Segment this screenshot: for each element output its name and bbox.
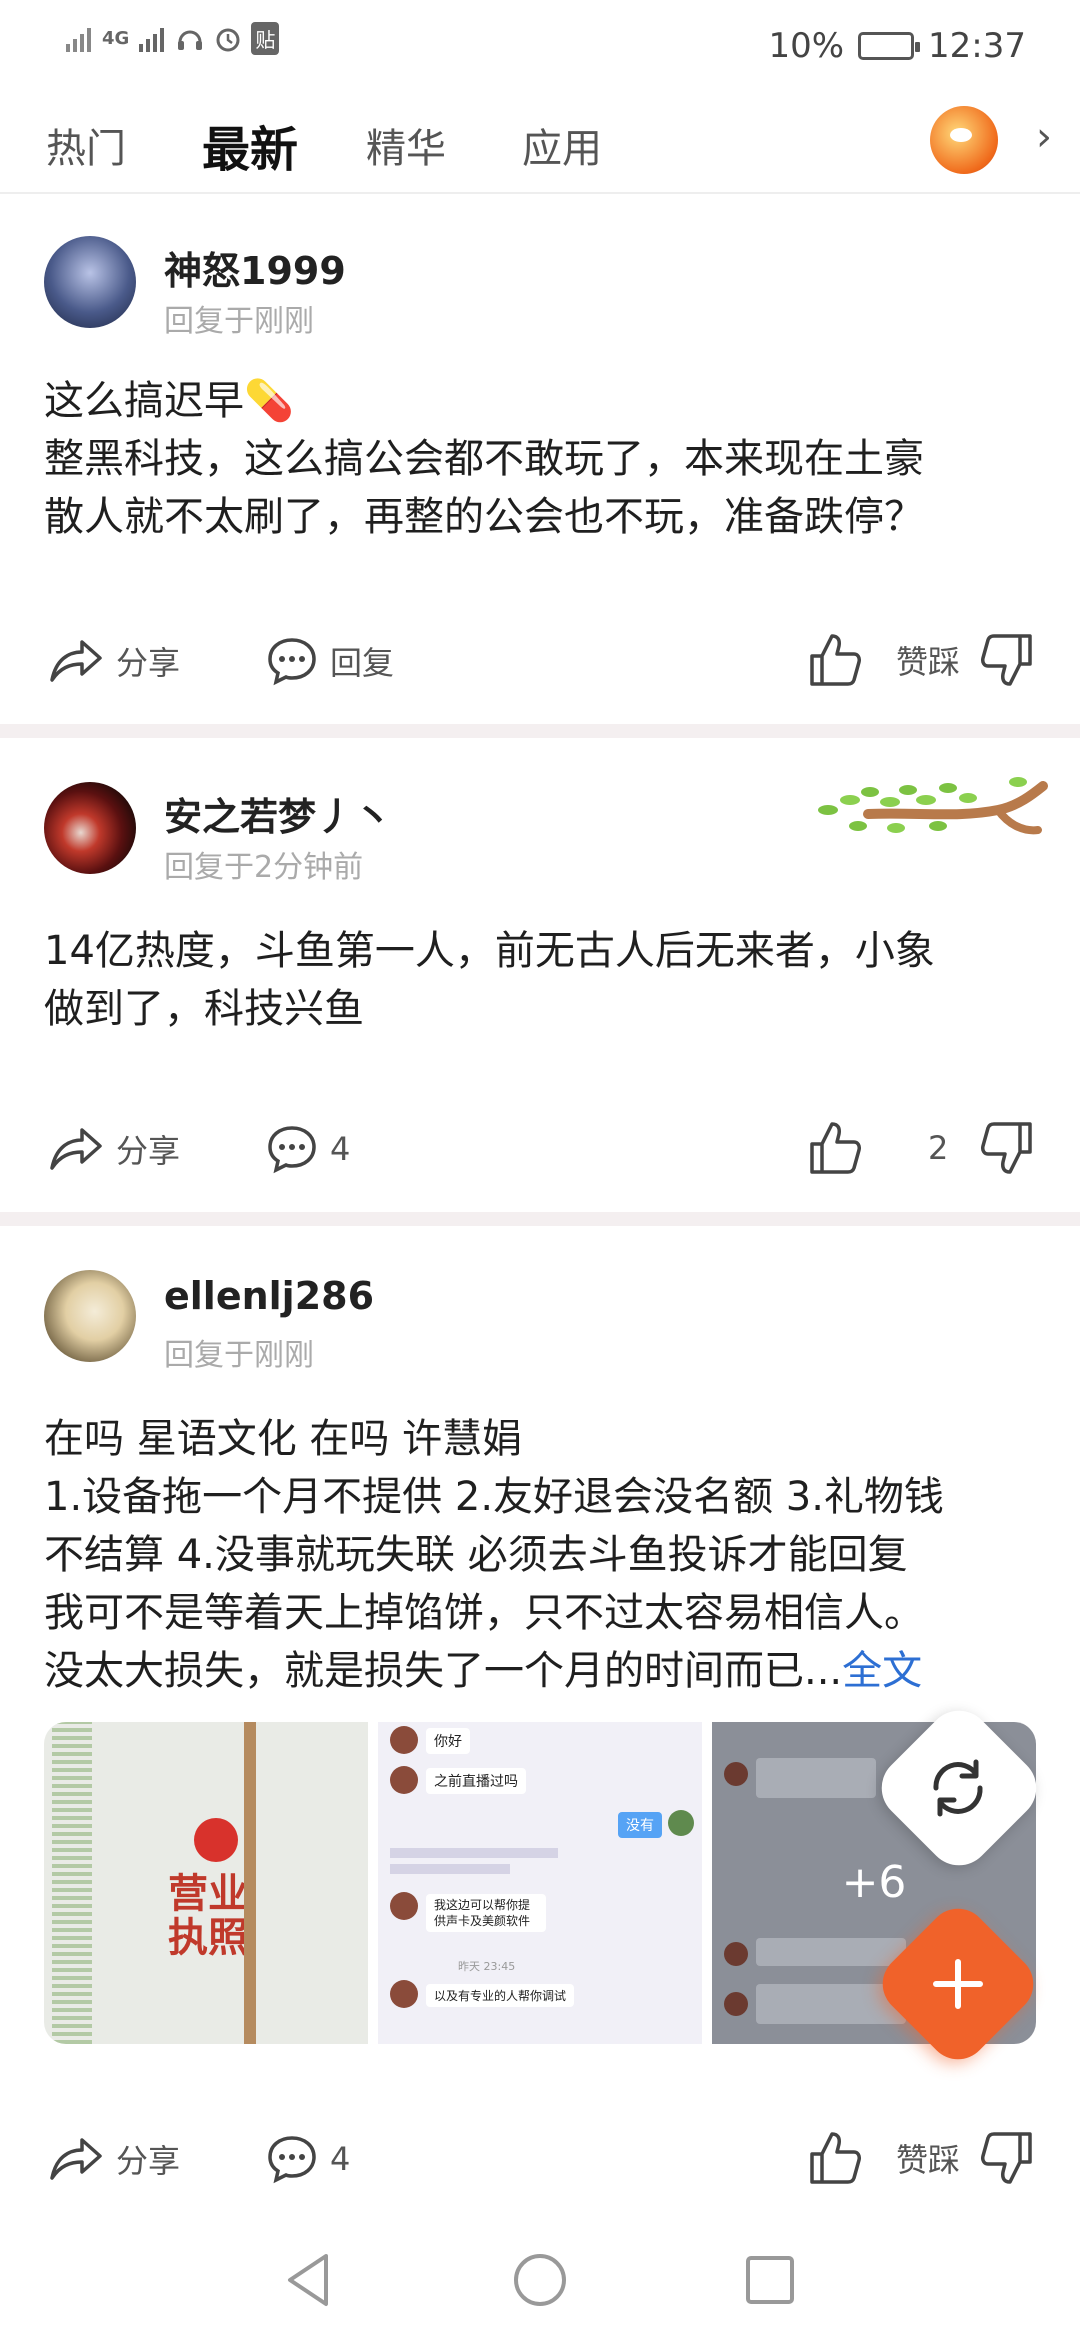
network-label: 4G	[102, 28, 130, 49]
thumbs-down-icon	[981, 634, 1032, 686]
content-line: 整黑科技，这么搞公会都不敢玩了，本来现在土豪	[44, 436, 924, 482]
post-content[interactable]: 14亿热度，斗鱼第一人，前无古人后无来者，小象 做到了，科技兴鱼	[44, 922, 1044, 1038]
share-button[interactable]: 分享	[48, 636, 180, 686]
like-label: 赞踩	[896, 2141, 961, 2179]
post-separator	[0, 1212, 1080, 1226]
content-line: 做到了，科技兴鱼	[44, 986, 364, 1032]
like-button[interactable]: 赞踩	[808, 632, 960, 688]
post-time: 回复于刚刚	[164, 1338, 314, 1373]
back-icon[interactable]	[282, 2250, 336, 2310]
content-line-text: 没太大损失，就是损失了一个月的时间而已...	[44, 1648, 843, 1694]
post-time: 回复于2分钟前	[164, 850, 364, 885]
comment-icon	[268, 1126, 316, 1174]
post-content[interactable]: 这么搞迟早💊 整黑科技，这么搞公会都不敢玩了，本来现在土豪 散人就不太刷了，再整…	[44, 372, 1044, 546]
top-tab-bar: 热门 最新 精华 应用	[0, 92, 1080, 194]
chat-bubble: 我这边可以帮你提供声卡及美颜软件	[426, 1894, 546, 1932]
chat-bubble: 以及有专业的人帮你调试	[426, 1984, 575, 2007]
status-icons-left: 4G 贴	[64, 22, 280, 55]
share-label: 分享	[116, 644, 181, 682]
reply-button[interactable]: 回复	[266, 636, 394, 686]
content-line: 这么搞迟早💊	[44, 378, 294, 424]
chat-timestamp: 昨天 23:45	[458, 1960, 516, 1973]
status-icons-right: 10% 12:37	[768, 26, 1026, 66]
comment-icon	[268, 2136, 316, 2184]
branch-decoration-icon	[818, 777, 1048, 835]
content-line: 14亿热度，斗鱼第一人，前无古人后无来者，小象	[44, 928, 935, 974]
share-icon	[50, 1128, 102, 1170]
content-line: 散人就不太刷了，再整的公会也不玩，准备跌停？	[44, 494, 924, 540]
post-time: 回复于刚刚	[164, 304, 314, 339]
thumbs-up-icon	[810, 1122, 861, 1174]
system-nav-bar	[0, 2230, 1080, 2340]
sim-badge: 贴	[251, 22, 280, 55]
signal-icon	[66, 27, 91, 52]
status-bar: 4G 贴 10% 12:37	[0, 0, 1080, 92]
image-thumbnail[interactable]: 营业执照	[44, 1722, 368, 2044]
reply-button[interactable]: 4	[266, 2134, 350, 2184]
like-count: 2	[928, 1129, 949, 1167]
dislike-button[interactable]	[980, 632, 1034, 688]
headphones-icon	[178, 30, 203, 50]
signal-icon-2	[139, 27, 165, 52]
chevron-right-icon[interactable]: ›	[1036, 114, 1052, 160]
recents-icon[interactable]	[744, 2254, 796, 2306]
like-button[interactable]: 2	[808, 1120, 948, 1176]
username[interactable]: 安之若梦丿丶	[164, 786, 392, 841]
thumbs-up-icon	[810, 2132, 861, 2184]
content-line: 1.设备拖一个月不提供 2.友好退会没名额 3.礼物钱	[44, 1474, 944, 1520]
dislike-button[interactable]	[980, 2130, 1034, 2186]
image-thumbnail[interactable]: 你好 之前直播过吗 没有 我这边可以帮你提供声卡及美颜软件 昨天 23:45 以…	[378, 1722, 702, 2044]
content-line: 不结算 4.没事就玩失联 必须去斗鱼投诉才能回复	[44, 1532, 908, 1578]
share-icon	[50, 640, 102, 682]
refresh-icon	[933, 1759, 983, 1817]
dislike-button[interactable]	[980, 1120, 1034, 1176]
user-avatar[interactable]	[44, 782, 136, 874]
reply-label: 回复	[330, 644, 395, 682]
user-avatar-button[interactable]	[930, 106, 998, 174]
alarm-icon	[216, 28, 240, 51]
tab-latest[interactable]: 最新	[202, 110, 298, 180]
thumbs-down-icon	[981, 2132, 1032, 2184]
username[interactable]: 神怒1999	[164, 240, 346, 295]
share-label: 分享	[116, 2142, 181, 2180]
battery-percent: 10%	[768, 26, 845, 66]
full-text-link[interactable]: 全文	[842, 1648, 922, 1694]
battery-icon	[858, 32, 921, 60]
tab-apps[interactable]: 应用	[522, 116, 602, 174]
user-avatar[interactable]	[44, 1270, 136, 1362]
tab-featured[interactable]: 精华	[366, 116, 446, 174]
like-button[interactable]: 赞踩	[808, 2130, 960, 2186]
post-content[interactable]: 在吗 星语文化 在吗 许慧娟 1.设备拖一个月不提供 2.友好退会没名额 3.礼…	[44, 1410, 1044, 1700]
thumbs-down-icon	[981, 1122, 1032, 1174]
reply-count: 4	[330, 2140, 351, 2178]
share-button[interactable]: 分享	[48, 1124, 180, 1174]
chat-bubble: 你好	[426, 1728, 470, 1754]
comment-icon	[268, 638, 316, 686]
share-button[interactable]: 分享	[48, 2134, 180, 2184]
chat-bubble: 之前直播过吗	[426, 1768, 526, 1794]
share-label: 分享	[116, 1132, 181, 1170]
username[interactable]: ellenlj286	[164, 1274, 374, 1318]
post-separator	[0, 724, 1080, 738]
more-images-count: +6	[841, 1857, 907, 1908]
content-line: 没太大损失，就是损失了一个月的时间而已...全文	[44, 1642, 1044, 1700]
reply-count: 4	[330, 1130, 351, 1168]
plus-icon	[933, 1959, 983, 2009]
content-line: 我可不是等着天上掉馅饼，只不过太容易相信人。	[44, 1590, 924, 1636]
chat-bubble: 没有	[618, 1812, 662, 1838]
share-icon	[50, 2138, 102, 2180]
thumbs-up-icon	[810, 634, 861, 686]
user-avatar[interactable]	[44, 236, 136, 328]
content-line: 在吗 星语文化 在吗 许慧娟	[44, 1416, 523, 1462]
like-label: 赞踩	[896, 643, 961, 681]
reply-button[interactable]: 4	[266, 1124, 350, 1174]
tab-hot[interactable]: 热门	[46, 116, 126, 174]
home-icon[interactable]	[512, 2252, 568, 2308]
clock: 12:37	[928, 26, 1026, 66]
